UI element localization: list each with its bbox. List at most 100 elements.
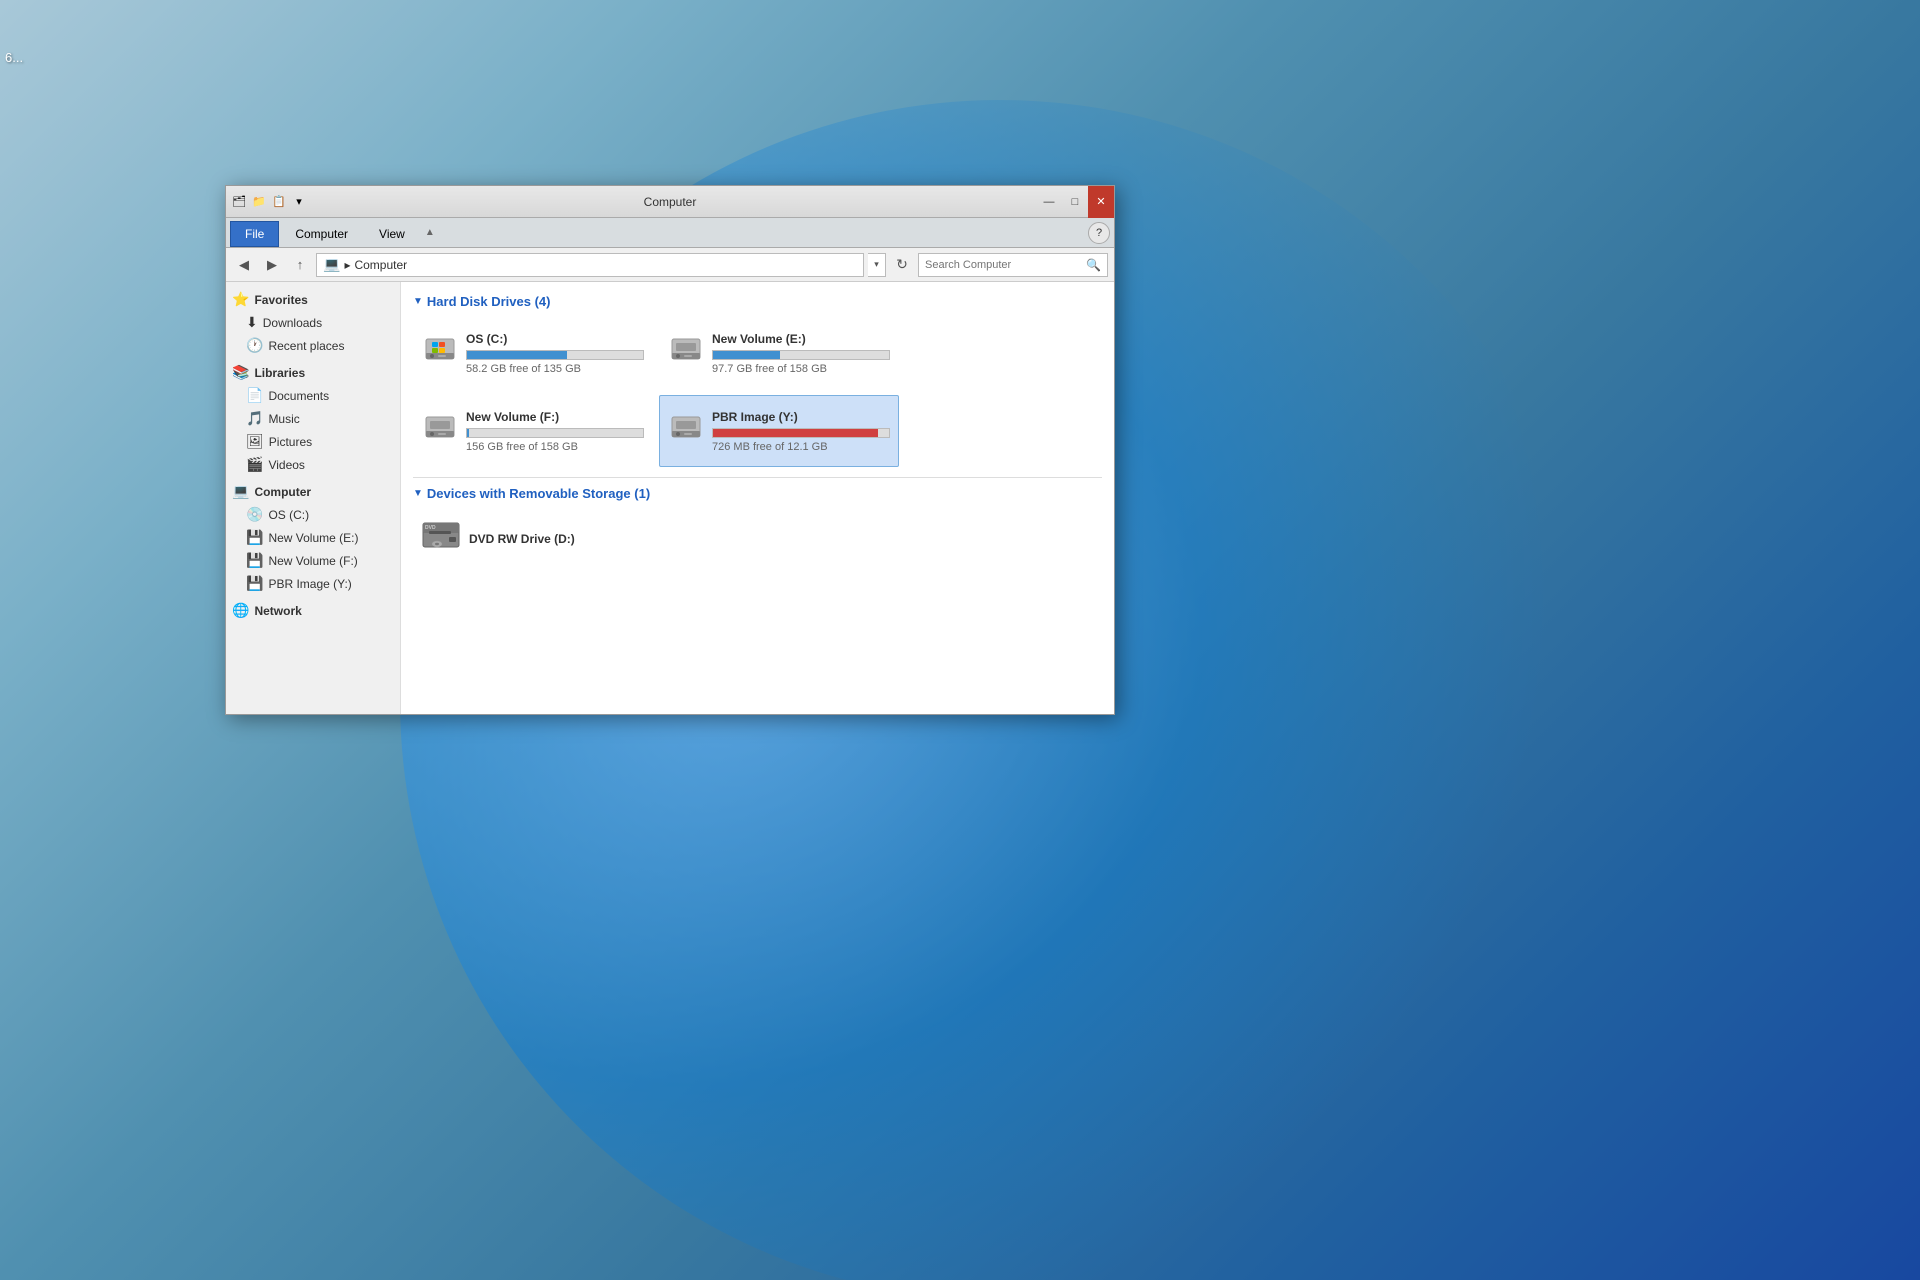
sidebar-item-f-drive[interactable]: 💾 New Volume (F:) xyxy=(226,549,400,572)
hard-disk-arrow: ▼ xyxy=(413,296,423,307)
tab-computer[interactable]: Computer xyxy=(280,221,363,247)
path-label: Computer xyxy=(354,258,407,272)
f-drive-label: New Volume (F:) xyxy=(268,554,357,568)
hard-disk-section-label: Hard Disk Drives (4) xyxy=(427,294,551,309)
recent-places-icon: 🕐 xyxy=(246,337,263,354)
drive-e[interactable]: New Volume (E:) 97.7 GB free of 158 GB xyxy=(659,317,899,389)
sidebar-item-pictures[interactable]: 🖼 Pictures xyxy=(226,430,400,453)
sidebar-section-libraries: 📚 Libraries 📄 Documents 🎵 Music 🖼 Pictur… xyxy=(226,361,400,476)
network-label: Network xyxy=(254,604,301,618)
sidebar-item-favorites[interactable]: ⭐ Favorites xyxy=(226,288,400,311)
help-button[interactable]: ? xyxy=(1088,222,1110,244)
drive-y[interactable]: PBR Image (Y:) 726 MB free of 12.1 GB xyxy=(659,395,899,467)
removable-section-label: Devices with Removable Storage (1) xyxy=(427,486,650,501)
drive-y-name: PBR Image (Y:) xyxy=(712,410,890,424)
sidebar-item-documents[interactable]: 📄 Documents xyxy=(226,384,400,407)
drive-c-name: OS (C:) xyxy=(466,332,644,346)
drive-y-info: PBR Image (Y:) 726 MB free of 12.1 GB xyxy=(712,410,890,453)
favorites-icon: ⭐ xyxy=(232,291,249,308)
drive-f-bar-fill xyxy=(467,429,469,437)
window-title: Computer xyxy=(644,195,697,209)
minimize-button[interactable]: — xyxy=(1036,186,1062,218)
path-separator: ▸ xyxy=(344,258,350,272)
drive-e-bar-fill xyxy=(713,351,780,359)
pin-icon: 📋 xyxy=(270,193,288,211)
removable-arrow: ▼ xyxy=(413,488,423,499)
tab-view[interactable]: View xyxy=(364,221,420,247)
sidebar-item-libraries[interactable]: 📚 Libraries xyxy=(226,361,400,384)
videos-icon: 🎬 xyxy=(246,456,263,473)
hard-disk-section-header[interactable]: ▼ Hard Disk Drives (4) xyxy=(413,294,1102,309)
sidebar-item-music[interactable]: 🎵 Music xyxy=(226,407,400,430)
computer-sidebar-label: Computer xyxy=(254,485,311,499)
search-box[interactable]: 🔍 xyxy=(918,253,1108,277)
drive-c-size: 58.2 GB free of 135 GB xyxy=(466,363,644,375)
sidebar-item-network[interactable]: 🌐 Network xyxy=(226,599,400,622)
libraries-label: Libraries xyxy=(254,366,305,380)
sidebar-item-downloads[interactable]: ⬇ Downloads xyxy=(226,311,400,334)
drive-e-name: New Volume (E:) xyxy=(712,332,890,346)
drive-e-bar xyxy=(712,350,890,360)
drive-y-bar xyxy=(712,428,890,438)
sidebar-section-computer: 💻 Computer 💿 OS (C:) 💾 New Volume (E:) 💾… xyxy=(226,480,400,595)
window-controls: — □ ✕ xyxy=(1036,186,1114,218)
c-drive-icon: 💿 xyxy=(246,506,263,523)
dvd-name: DVD RW Drive (D:) xyxy=(469,532,575,546)
ribbon-expand-icon[interactable]: ▲ xyxy=(421,222,439,244)
drive-c-bar xyxy=(466,350,644,360)
y-drive-label: PBR Image (Y:) xyxy=(268,577,351,591)
e-drive-icon: 💾 xyxy=(246,529,263,546)
drive-c-icon xyxy=(422,331,458,375)
address-dropdown[interactable]: ▾ xyxy=(868,253,886,277)
title-bar-icons: 🗂 📁 📋 ▾ xyxy=(226,193,308,211)
drive-e-size: 97.7 GB free of 158 GB xyxy=(712,363,890,375)
search-icon[interactable]: 🔍 xyxy=(1086,258,1101,272)
taskbar-clock: 6... xyxy=(5,50,23,65)
libraries-icon: 📚 xyxy=(232,364,249,381)
refresh-button[interactable]: ↻ xyxy=(890,253,914,277)
drive-f[interactable]: New Volume (F:) 156 GB free of 158 GB xyxy=(413,395,653,467)
forward-button[interactable]: ▶ xyxy=(260,253,284,277)
tab-file[interactable]: File xyxy=(230,221,279,247)
drive-y-bar-fill xyxy=(713,429,878,437)
drive-f-size: 156 GB free of 158 GB xyxy=(466,441,644,453)
svg-text:DVD: DVD xyxy=(425,525,436,531)
favorites-label: Favorites xyxy=(254,293,307,307)
section-divider xyxy=(413,477,1102,478)
drive-e-icon xyxy=(668,331,704,375)
sidebar-section-network: 🌐 Network xyxy=(226,599,400,622)
documents-icon: 📄 xyxy=(246,387,263,404)
search-input[interactable] xyxy=(925,259,1082,271)
drive-f-name: New Volume (F:) xyxy=(466,410,644,424)
title-bar: 🗂 📁 📋 ▾ Computer — □ ✕ xyxy=(226,186,1114,218)
restore-button[interactable]: □ xyxy=(1062,186,1088,218)
sidebar-item-c-drive[interactable]: 💿 OS (C:) xyxy=(226,503,400,526)
computer-path-icon: 💻 xyxy=(323,256,340,273)
ribbon-tabs: File Computer View ▲ ? xyxy=(226,218,1114,248)
sidebar-item-y-drive[interactable]: 💾 PBR Image (Y:) xyxy=(226,572,400,595)
sidebar-item-computer[interactable]: 💻 Computer xyxy=(226,480,400,503)
back-button[interactable]: ◀ xyxy=(232,253,256,277)
removable-section-header[interactable]: ▼ Devices with Removable Storage (1) xyxy=(413,486,1102,501)
drive-c[interactable]: OS (C:) 58.2 GB free of 135 GB xyxy=(413,317,653,389)
drive-f-bar xyxy=(466,428,644,438)
c-drive-label: OS (C:) xyxy=(268,508,309,522)
new-folder-icon: 📁 xyxy=(250,193,268,211)
pictures-label: Pictures xyxy=(269,435,312,449)
sidebar-item-recent-places[interactable]: 🕐 Recent places xyxy=(226,334,400,357)
close-button[interactable]: ✕ xyxy=(1088,186,1114,218)
explorer-window: 🗂 📁 📋 ▾ Computer — □ ✕ File Computer Vie… xyxy=(225,185,1115,715)
videos-label: Videos xyxy=(268,458,304,472)
sidebar-section-favorites: ⭐ Favorites ⬇ Downloads 🕐 Recent places xyxy=(226,288,400,357)
dvd-drive[interactable]: DVD DVD RW Drive (D:) xyxy=(413,509,653,568)
network-icon: 🌐 xyxy=(232,602,249,619)
sidebar-item-videos[interactable]: 🎬 Videos xyxy=(226,453,400,476)
address-path[interactable]: 💻 ▸ Computer xyxy=(316,253,864,277)
sidebar: ⭐ Favorites ⬇ Downloads 🕐 Recent places … xyxy=(226,282,401,714)
drive-y-icon xyxy=(668,409,704,453)
up-button[interactable]: ↑ xyxy=(288,253,312,277)
y-drive-icon: 💾 xyxy=(246,575,263,592)
e-drive-label: New Volume (E:) xyxy=(268,531,358,545)
content-area: ▼ Hard Disk Drives (4) xyxy=(401,282,1114,714)
sidebar-item-e-drive[interactable]: 💾 New Volume (E:) xyxy=(226,526,400,549)
